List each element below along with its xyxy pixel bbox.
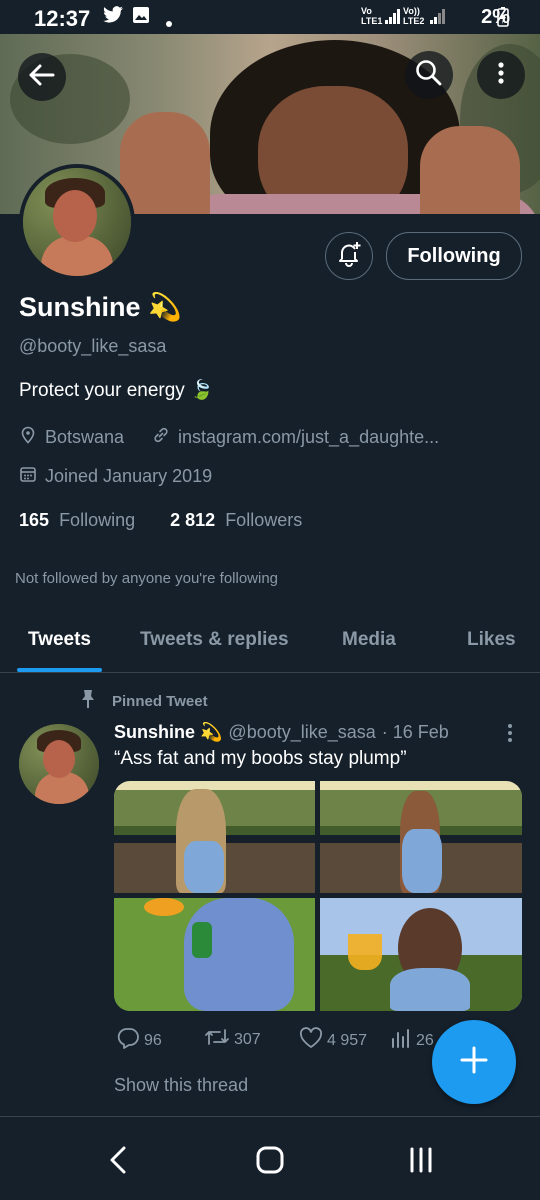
profile-avatar[interactable] xyxy=(19,164,135,280)
link-icon xyxy=(152,426,170,449)
sim2-label: Vo)) LTE2 xyxy=(403,6,425,26)
system-navigation-bar xyxy=(0,1117,540,1200)
nav-back-button[interactable] xyxy=(94,1137,144,1187)
following-link[interactable]: 165 Following xyxy=(19,510,135,530)
tweet-photo-4[interactable] xyxy=(320,898,522,1011)
joined-text: Joined January 2019 xyxy=(45,466,213,486)
following-button[interactable]: Following xyxy=(386,232,522,280)
like-count: 4 957 xyxy=(327,1031,368,1049)
followers-label: Followers xyxy=(225,510,303,530)
pinned-label: Pinned Tweet xyxy=(112,692,208,710)
tweet-text: “Ass fat and my boobs stay plump” xyxy=(114,748,407,769)
tweet-actions: 96 307 4 957 26 xyxy=(114,1027,454,1055)
compose-tweet-button[interactable] xyxy=(432,1020,516,1104)
active-tab-indicator xyxy=(17,668,102,672)
notifications-bell-button[interactable] xyxy=(325,232,373,280)
tweet-author-name[interactable]: Sunshine 💫 xyxy=(114,722,222,743)
tweet-more-button[interactable] xyxy=(500,722,520,746)
recents-icon xyxy=(408,1146,434,1179)
home-square-icon xyxy=(255,1145,285,1180)
tweet-date[interactable]: · 16 Feb xyxy=(382,722,449,743)
dot-icon xyxy=(165,12,173,33)
search-icon xyxy=(415,59,443,92)
profile-location: Botswana xyxy=(19,426,124,449)
like-button[interactable]: 4 957 xyxy=(299,1027,367,1054)
tab-tweets-replies[interactable]: Tweets & replies xyxy=(140,629,289,651)
gallery-icon xyxy=(132,6,150,29)
profile-website[interactable]: instagram.com/just_a_daughte... xyxy=(152,426,439,449)
battery-charging-icon xyxy=(497,7,509,32)
show-thread-link[interactable]: Show this thread xyxy=(114,1075,248,1096)
tweet-photo-2[interactable] xyxy=(320,781,522,893)
heart-icon xyxy=(299,1027,323,1054)
more-options-button[interactable] xyxy=(477,51,525,99)
views-button[interactable]: 26 xyxy=(390,1027,434,1054)
profile-bio: Protect your energy 🍃 xyxy=(19,380,214,401)
views-count: 26 xyxy=(416,1031,434,1049)
chevron-left-icon xyxy=(107,1145,131,1180)
location-pin-icon xyxy=(19,426,37,449)
profile-joined: Joined January 2019 xyxy=(19,465,212,488)
tweet-media-grid xyxy=(114,781,522,1011)
reply-button[interactable]: 96 xyxy=(116,1027,162,1054)
tweet-author-avatar[interactable] xyxy=(19,724,99,804)
back-arrow-icon xyxy=(29,64,55,91)
nav-recents-button[interactable] xyxy=(396,1137,446,1187)
reply-icon xyxy=(116,1027,140,1054)
retweet-count: 307 xyxy=(234,1030,261,1048)
pin-icon xyxy=(80,689,96,713)
bell-plus-icon xyxy=(335,240,363,273)
retweet-button[interactable]: 307 xyxy=(204,1027,261,1052)
reply-count: 96 xyxy=(144,1031,162,1049)
tweet-photo-3[interactable] xyxy=(114,898,315,1011)
back-button[interactable] xyxy=(18,53,66,101)
pinned-indicator: Pinned Tweet xyxy=(80,689,208,713)
location-text: Botswana xyxy=(45,427,125,447)
tab-tweets[interactable]: Tweets xyxy=(28,629,91,651)
not-followed-note: Not followed by anyone you're following xyxy=(15,570,279,587)
tab-likes[interactable]: Likes xyxy=(467,629,516,651)
profile-handle: @booty_like_sasa xyxy=(19,336,167,356)
signal-icon-2 xyxy=(430,8,446,29)
followers-count: 2 812 xyxy=(170,510,216,530)
profile-name: Sunshine 💫 xyxy=(19,292,182,322)
followers-link[interactable]: 2 812 Followers xyxy=(170,510,302,530)
status-time: 12:37 xyxy=(34,6,91,31)
nav-home-button[interactable] xyxy=(245,1137,295,1187)
sim1-label: Vo LTE1 xyxy=(361,6,383,26)
calendar-icon xyxy=(19,465,37,488)
following-count: 165 xyxy=(19,510,50,530)
plus-icon xyxy=(459,1045,489,1080)
twitter-bird-icon xyxy=(102,6,124,29)
retweet-icon xyxy=(204,1027,230,1052)
follow-counts: 165 Following 2 812 Followers xyxy=(19,510,302,531)
following-label: Following xyxy=(59,510,136,530)
tweet-author-handle[interactable]: @booty_like_sasa xyxy=(228,722,375,743)
tab-media[interactable]: Media xyxy=(342,629,396,651)
views-bar-chart-icon xyxy=(390,1027,412,1054)
tweet-photo-1[interactable] xyxy=(114,781,315,893)
website-link[interactable]: instagram.com/just_a_daughte... xyxy=(178,427,439,448)
signal-icon xyxy=(385,8,401,29)
tweet-header: Sunshine 💫 @booty_like_sasa · 16 Feb xyxy=(114,722,449,743)
more-vertical-icon xyxy=(497,61,505,90)
more-vertical-icon xyxy=(500,724,520,748)
status-bar: 12:37 Vo LTE1 Vo)) LTE2 2% xyxy=(0,0,540,34)
profile-tabs: Tweets Tweets & replies Media Likes xyxy=(0,612,540,673)
search-button[interactable] xyxy=(405,51,453,99)
